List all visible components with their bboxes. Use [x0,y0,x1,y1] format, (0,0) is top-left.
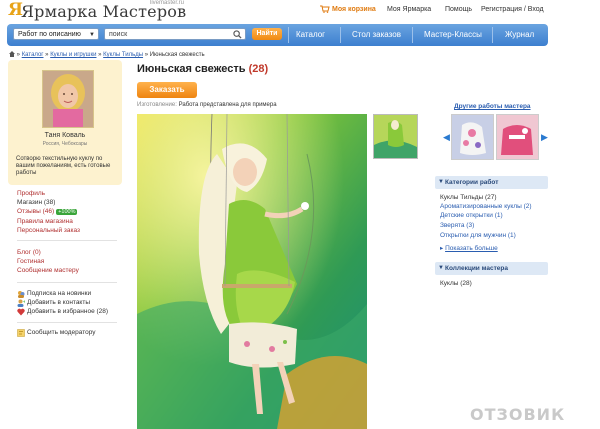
nav-divider [412,27,413,43]
divider [17,322,117,323]
reviews-link[interactable]: Отзывы (46) [17,208,54,215]
order-button[interactable]: Заказать [137,82,197,98]
chevron-right-icon: ▸ [440,245,444,252]
search-button[interactable]: Найти [252,28,282,40]
breadcrumb: » Каталог » Куклы и игрушки » Куклы Тиль… [9,51,205,58]
personal-order-link[interactable]: Персональный заказ [17,227,80,234]
triangle-down-icon: ▼ [438,265,444,271]
search-filter-value: Работ по описанию [18,31,81,38]
register-login-link[interactable]: Регистрация / Вход [481,6,544,13]
subscribe-icon [18,291,25,298]
nav-master-classes[interactable]: Мастер-Классы [424,28,482,42]
nav-divider [288,27,289,43]
other-works-heading[interactable]: Другие работы мастера [454,103,531,110]
breadcrumb-sep: » [16,52,21,58]
cart-link[interactable]: Моя корзина [332,6,376,13]
categories-header[interactable]: ▼ Категории работ [435,176,548,189]
production-label: Изготовление: [137,102,177,108]
home-icon[interactable] [9,51,15,57]
shop-link[interactable]: Магазин (38) [17,199,55,206]
logo-sub: livemaster.ru [150,0,185,6]
message-master-link[interactable]: Сообщение мастеру [17,267,79,274]
nav-catalog[interactable]: Каталог [296,28,325,42]
heart-icon [17,308,25,316]
search-input[interactable]: поиск [104,28,246,40]
divider [17,240,117,241]
search-icon[interactable] [233,30,242,39]
report-icon [17,329,25,337]
nav-journal[interactable]: Журнал [505,28,534,42]
master-location: Россия, Чебоксары [42,141,88,147]
breadcrumb-tilda-dolls[interactable]: Куклы Тильды [103,52,143,58]
nav-orders-table[interactable]: Стол заказов [352,28,401,42]
svg-text:+: + [23,299,26,304]
reviews-row: Отзывы (46) +100% [17,208,78,215]
report-moderator-link[interactable]: Сообщить модератору [27,329,96,336]
show-more-row: ▸ Показать больше [440,244,498,252]
breadcrumb-sep: » [144,52,149,58]
breadcrumb-sep: » [98,52,102,58]
collections-header-label: Коллекции мастера [445,265,508,272]
product-title-text: Июньская свежесть [137,63,246,75]
collections-header[interactable]: ▼ Коллекции мастера [435,262,548,275]
help-link[interactable]: Помощь [445,6,472,13]
breadcrumb-current: Июньская свежесть [149,52,205,58]
chevron-down-icon: ▼ [89,32,95,38]
breadcrumb-catalog[interactable]: Каталог [22,52,44,58]
product-count: (28) [248,63,269,75]
product-main-image[interactable] [137,114,367,429]
breadcrumb-dolls-toys[interactable]: Куклы и игрушки [50,52,96,58]
master-name[interactable]: Таня Коваль [8,132,122,139]
production-info: Изготовление: Работа представлена для пр… [137,102,277,108]
show-more-link[interactable]: Показать больше [445,245,498,252]
chevron-right-icon[interactable]: ▶ [541,132,548,143]
search-input-value: поиск [109,31,128,38]
cart-icon[interactable] [320,5,330,13]
category-item[interactable]: Открытки для мужчин (1) [440,232,516,239]
category-item[interactable]: Зверята (3) [440,222,474,229]
collection-item: Куклы (28) [440,280,472,287]
watermark: ОТЗОВИК [470,405,566,424]
triangle-down-icon: ▼ [438,179,444,185]
add-contacts-link[interactable]: Добавить в контакты [27,299,90,306]
master-description: Сотворю текстильную куклу по вашим пожел… [16,156,111,176]
logo-mark[interactable]: Я [8,2,23,19]
other-work-thumbnail[interactable] [496,114,539,160]
chevron-left-icon[interactable]: ◀ [443,132,450,143]
reviews-badge: +100% [56,209,78,215]
shop-rules-link[interactable]: Правила магазина [17,218,73,225]
add-contact-icon: + [17,299,25,307]
production-value: Работа представлена для примера [178,102,277,108]
breadcrumb-sep: » [45,52,49,58]
guestbook-link[interactable]: Гостиная [17,258,44,265]
nav-divider [492,27,493,43]
nav-divider [340,27,341,43]
blog-link[interactable]: Блог (0) [17,249,41,256]
avatar[interactable] [42,70,94,128]
product-title: Июньская свежесть (28) [137,63,268,75]
category-item[interactable]: Детские открытки (1) [440,212,503,219]
category-item[interactable]: Ароматизированные куклы (2) [440,203,532,210]
subscribe-link[interactable]: Подписка на новинки [27,290,91,297]
other-work-thumbnail[interactable] [451,114,494,160]
profile-link[interactable]: Профиль [17,190,45,197]
categories-header-label: Категории работ [445,179,499,186]
product-thumbnail[interactable] [373,114,418,159]
divider [17,282,117,283]
add-favorites-link[interactable]: Добавить в избранное (28) [27,308,108,315]
search-filter-select[interactable]: Работ по описанию ▼ [13,28,99,40]
my-fair-link[interactable]: Моя Ярмарка [387,6,431,13]
category-item: Куклы Тильды (27) [440,194,497,201]
